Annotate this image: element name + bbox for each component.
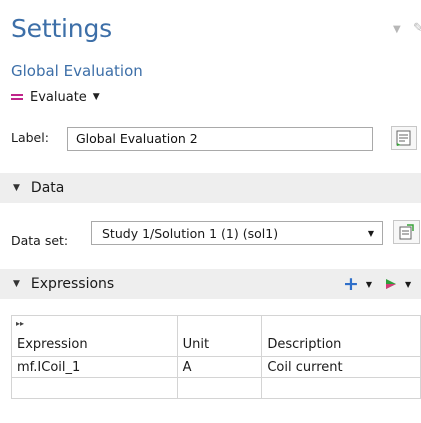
label-edit-button[interactable] (391, 126, 417, 150)
page-title: Settings (11, 14, 112, 43)
evaluate-label: Evaluate (30, 89, 87, 105)
dataset-select[interactable]: Study 1/Solution 1 (1) (sol1) ▼ (91, 221, 383, 245)
evaluate-button[interactable]: Evaluate ▼ (11, 88, 100, 106)
expression-cell[interactable]: mf.ICoil_1 (11, 356, 178, 378)
expressions-section-title: Expressions (30, 276, 115, 292)
column-header-expression[interactable]: ▸▸ Expression (11, 315, 178, 357)
label-caption: Label: (11, 130, 49, 145)
equals-icon (11, 93, 23, 101)
plot-expression-button[interactable]: ▼ (384, 277, 411, 291)
table-header-row: ▸▸ Expression Unit Description (11, 315, 421, 357)
add-icon: + (343, 273, 359, 295)
column-header-unit[interactable]: Unit (176, 315, 263, 357)
unit-cell[interactable] (176, 377, 263, 399)
chevron-down-icon: ▼ (365, 279, 373, 289)
description-cell[interactable] (261, 377, 421, 399)
dataset-value: Study 1/Solution 1 (1) (sol1) (102, 225, 279, 241)
sort-icon: ▸▸ (16, 319, 25, 328)
dataset-caption: Data set: (11, 233, 69, 248)
chevron-down-icon: ▼ (405, 279, 412, 289)
dataset-icon (399, 224, 414, 240)
column-header-description[interactable]: Description (261, 315, 421, 357)
pin-icon[interactable]: ✎ (413, 21, 421, 36)
plot-icon (386, 279, 396, 289)
expressions-table: ▸▸ Expression Unit Description mf.ICoil_… (11, 315, 421, 399)
collapse-icon: ▼ (13, 183, 20, 193)
chevron-down-icon: ▼ (92, 92, 100, 102)
data-section-header[interactable]: ▼ Data (0, 173, 421, 203)
expression-cell[interactable] (11, 377, 178, 399)
dataset-goto-button[interactable] (393, 220, 420, 244)
label-edit-icon (396, 130, 411, 146)
collapse-icon: ▼ (13, 279, 20, 289)
dropdown-arrow-icon[interactable]: ▼ (393, 24, 401, 35)
table-row[interactable] (11, 377, 421, 399)
label-input[interactable]: Global Evaluation 2 (67, 127, 373, 151)
description-cell[interactable]: Coil current (261, 356, 421, 378)
data-section-title: Data (30, 180, 65, 196)
unit-cell[interactable]: A (176, 356, 263, 378)
add-expression-button[interactable]: + ▼ (343, 273, 373, 295)
table-row[interactable]: mf.ICoil_1 A Coil current (11, 356, 421, 378)
node-type-subtitle: Global Evaluation (11, 62, 143, 80)
chevron-down-icon: ▼ (367, 229, 374, 238)
